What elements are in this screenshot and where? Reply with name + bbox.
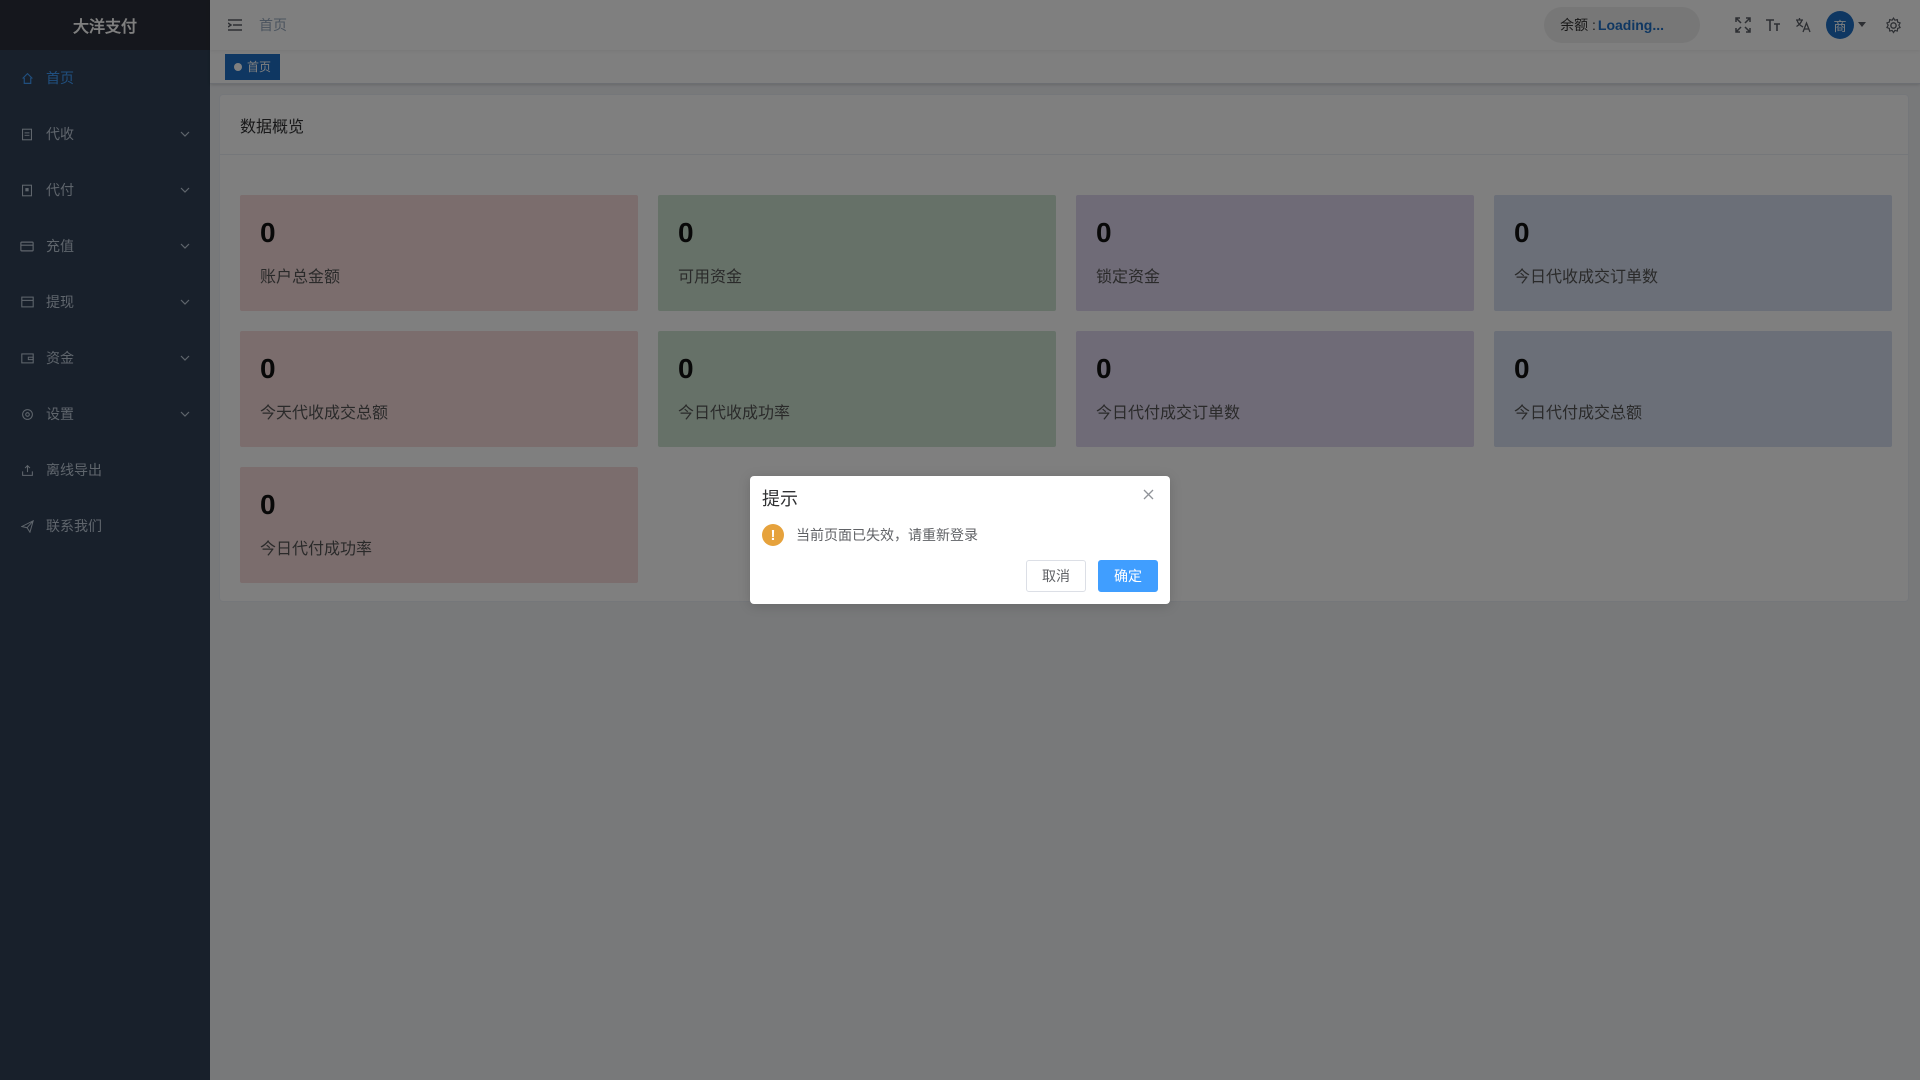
cancel-button[interactable]: 取消 [1026, 560, 1086, 592]
session-expired-dialog: 提示 ! 当前页面已失效，请重新登录 取消 确定 [750, 476, 1170, 604]
dialog-message: 当前页面已失效，请重新登录 [796, 527, 978, 543]
dialog-body: ! 当前页面已失效，请重新登录 [762, 524, 1158, 546]
close-icon[interactable] [1140, 486, 1156, 502]
warning-icon: ! [762, 524, 784, 546]
dialog-title: 提示 [762, 489, 798, 509]
dialog-buttons: 取消 确定 [1026, 560, 1158, 592]
confirm-button[interactable]: 确定 [1098, 560, 1158, 592]
